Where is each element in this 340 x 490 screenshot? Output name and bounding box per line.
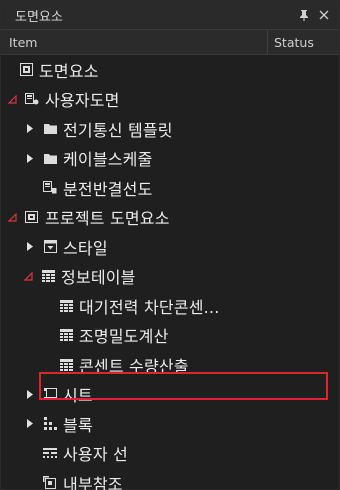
block-icon	[43, 417, 57, 431]
column-header: Item Status	[1, 29, 339, 55]
panel-titlebar: 도면요소	[1, 1, 339, 29]
tree-item-user-drawings[interactable]: 사용자도면	[1, 85, 339, 115]
tree-item-drawing-elements[interactable]: 도면요소	[1, 55, 339, 85]
collapsed-arrow-icon[interactable]	[23, 122, 37, 136]
tree-item-label: 대기전력 차단콘센...	[79, 297, 220, 317]
expanded-arrow-icon[interactable]	[5, 210, 19, 224]
tree-item-label: 콘센트 수량산출	[79, 356, 189, 376]
drawing-elements-panel: 도면요소 Item Status 도면요소 사용자도면 전기통신 템플릿 케이블…	[0, 0, 340, 490]
tree-item-label: 스타일	[63, 238, 108, 258]
folder-icon	[43, 151, 57, 165]
tree-item-label: 블록	[63, 415, 93, 435]
tree-item-label: 케이블스케줄	[63, 150, 153, 170]
column-status[interactable]: Status	[267, 30, 339, 54]
table-icon	[59, 299, 73, 313]
drawing-root-icon	[19, 63, 33, 77]
tree-item-xref[interactable]: 내부참조	[1, 468, 339, 490]
tree-item-label: 사용자도면	[45, 91, 120, 111]
tree-item-block[interactable]: 블록	[1, 409, 339, 439]
tree-item-outlet-count[interactable]: 콘센트 수량산출	[1, 350, 339, 380]
tree-item-lighting-density[interactable]: 조명밀도계산	[1, 321, 339, 351]
tree-item-label: 시트	[63, 386, 93, 406]
panel-diagram-icon	[43, 181, 57, 195]
sheet-icon	[43, 387, 57, 401]
tree-item-label: 분전반결선도	[63, 179, 153, 199]
table-icon	[59, 328, 73, 342]
column-item[interactable]: Item	[1, 35, 267, 50]
tree-item-style[interactable]: 스타일	[1, 232, 339, 262]
collapsed-arrow-icon[interactable]	[23, 240, 37, 254]
collapsed-arrow-icon[interactable]	[23, 151, 37, 165]
close-icon[interactable]	[317, 8, 331, 22]
tree-item-label: 내부참조	[63, 474, 123, 490]
tree-item-standby-power[interactable]: 대기전력 차단콘센...	[1, 291, 339, 321]
tree-item-label: 조명밀도계산	[79, 327, 169, 347]
collapsed-arrow-icon[interactable]	[23, 387, 37, 401]
tree-item-sheet[interactable]: 시트	[1, 380, 339, 410]
user-drawings-icon	[25, 92, 39, 106]
drawing-tree: 도면요소 사용자도면 전기통신 템플릿 케이블스케줄 분전반결선도 프로젝트 도…	[1, 55, 339, 490]
tree-item-user-line[interactable]: 사용자 선	[1, 439, 339, 469]
tree-item-label: 전기통신 템플릿	[63, 120, 173, 140]
tree-item-panel-diagram[interactable]: 분전반결선도	[1, 173, 339, 203]
tree-item-label: 정보테이블	[61, 268, 136, 288]
tree-item-label: 사용자 선	[63, 445, 128, 465]
style-icon	[43, 240, 57, 254]
project-elements-icon	[25, 210, 39, 224]
tree-item-telecom-template[interactable]: 전기통신 템플릿	[1, 114, 339, 144]
panel-title: 도면요소	[15, 9, 63, 25]
expanded-arrow-icon[interactable]	[5, 92, 19, 106]
tree-item-cable-schedule[interactable]: 케이블스케줄	[1, 144, 339, 174]
user-line-icon	[43, 446, 57, 460]
xref-icon	[43, 476, 57, 490]
tree-item-project-elements[interactable]: 프로젝트 도면요소	[1, 203, 339, 233]
pin-icon[interactable]	[297, 8, 311, 22]
expanded-arrow-icon[interactable]	[21, 269, 35, 283]
table-icon	[41, 269, 55, 283]
tree-item-info-table[interactable]: 정보테이블	[1, 262, 339, 292]
folder-icon	[43, 122, 57, 136]
table-icon	[59, 358, 73, 372]
collapsed-arrow-icon[interactable]	[23, 417, 37, 431]
tree-item-label: 도면요소	[39, 61, 99, 81]
tree-item-label: 프로젝트 도면요소	[45, 209, 170, 229]
